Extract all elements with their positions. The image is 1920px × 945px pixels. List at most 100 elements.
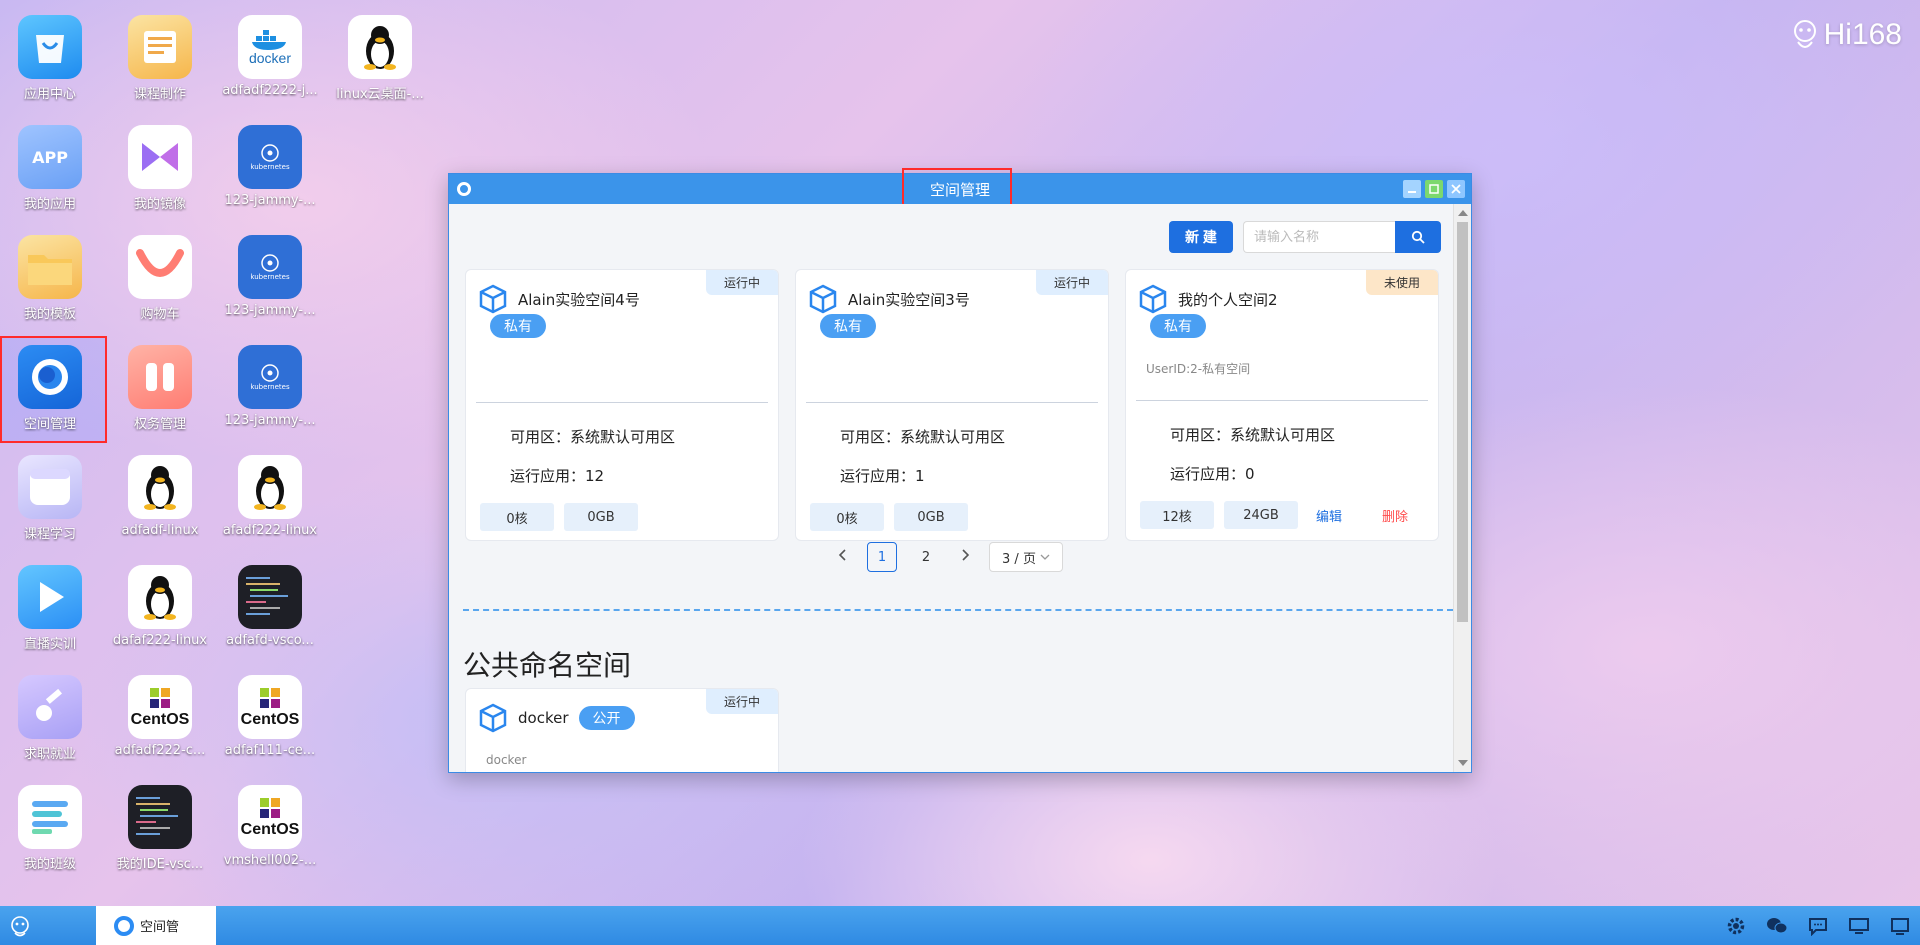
scroll-thumb[interactable] <box>1457 222 1468 622</box>
divider <box>1136 400 1428 401</box>
desktop-icon-live-training[interactable]: 直播实训 <box>2 565 98 652</box>
page-1-button[interactable]: 1 <box>867 542 897 572</box>
penguin-icon <box>128 565 192 629</box>
desktop-icon-label: 权务管理 <box>133 417 186 432</box>
public-space-card[interactable]: 运行中 docker 公开 docker <box>465 688 779 772</box>
brand-logo: Hi168 <box>1790 18 1902 52</box>
desktop-icon-my-apps[interactable]: APP 我的应用 <box>2 125 98 212</box>
desktop-icon-linux-desktop[interactable]: linux云桌面-... <box>332 15 428 102</box>
memory-pill: 0GB <box>894 503 968 531</box>
desktop-icon-course-making[interactable]: 课程制作 <box>112 15 208 102</box>
wechat-button[interactable] <box>1766 916 1788 936</box>
desktop-icon-vscode-vm[interactable]: adfafd-vsco... <box>222 565 318 648</box>
desktop-icon-label: 123-jammy-... <box>224 303 316 318</box>
list-icon <box>18 785 82 849</box>
desktop-icon-cart[interactable]: 购物车 <box>112 235 208 322</box>
close-button[interactable] <box>1447 180 1465 198</box>
next-page-button[interactable] <box>955 549 975 565</box>
desktop-icon-label: 我的镜像 <box>133 197 186 212</box>
pause-icon <box>128 345 192 409</box>
space-name: docker <box>518 709 569 727</box>
desktop-icon-label: 空间管理 <box>23 417 76 432</box>
edit-link[interactable]: 编辑 <box>1316 506 1342 525</box>
desktop-icon-app-center[interactable]: 应用中心 <box>2 15 98 102</box>
desktop-icon-label: linux云桌面-... <box>336 87 424 102</box>
penguin-icon <box>348 15 412 79</box>
desktop-icon-label: 课程制作 <box>133 87 186 102</box>
message-button[interactable] <box>1808 916 1828 936</box>
delete-link[interactable]: 删除 <box>1382 506 1408 525</box>
memory-pill: 24GB <box>1224 501 1298 529</box>
page-size-select[interactable]: 3 / 页 <box>989 542 1063 572</box>
toolbar: 新 建 <box>1169 221 1441 253</box>
desktop-icon-jobs[interactable]: 求职就业 <box>2 675 98 762</box>
vertical-scrollbar[interactable] <box>1453 204 1471 772</box>
window-titlebar[interactable]: 空间管理 <box>449 168 1471 208</box>
desktop-icon-task-management[interactable]: 权务管理 <box>112 345 208 432</box>
desktop-icon-my-images[interactable]: 我的镜像 <box>112 125 208 212</box>
desktop-icon-docker-vm[interactable]: docker adfadf2222-j... <box>222 15 318 98</box>
desktop-icon-my-class[interactable]: 我的班级 <box>2 785 98 872</box>
search-input[interactable] <box>1243 221 1395 253</box>
desktop-icon-k8s-vm[interactable]: kubernetes 123-jammy-... <box>222 345 318 428</box>
minimize-button[interactable] <box>1403 180 1421 198</box>
app-icon: APP <box>18 125 82 189</box>
cube-icon <box>479 703 507 733</box>
desktop-icon-linux-vm[interactable]: adfadf-linux <box>112 455 208 538</box>
desktop-icon-centos-vm[interactable]: CentOS vmshell002-... <box>222 785 318 868</box>
desktop-icon-centos-vm[interactable]: CentOS adfaf111-ce... <box>222 675 318 758</box>
memory-pill: 0GB <box>564 503 638 531</box>
search-button[interactable] <box>1395 221 1441 253</box>
visibility-tag: 公开 <box>578 706 635 730</box>
desktop-icon-linux-vm[interactable]: afadf222-linux <box>222 455 318 538</box>
app-ring-icon <box>457 182 471 196</box>
public-namespace-heading: 公共命名空间 <box>463 649 632 682</box>
space-ring-icon <box>18 345 82 409</box>
desktop-icon-centos-vm[interactable]: CentOS adfadf222-c... <box>112 675 208 758</box>
scroll-up-arrow[interactable] <box>1458 210 1468 216</box>
show-desktop-button[interactable] <box>1890 916 1910 936</box>
page-2-button[interactable]: 2 <box>911 542 941 572</box>
section-divider <box>463 609 1453 611</box>
cpu-pill: 0核 <box>810 503 884 531</box>
desktop-icon-label: adfadf222-c... <box>114 743 206 758</box>
desktop-icon-my-templates[interactable]: 我的模板 <box>2 235 98 322</box>
desktop-icon-k8s-vm[interactable]: kubernetes 123-jammy-... <box>222 125 318 208</box>
title-highlight-box <box>902 168 1012 208</box>
desktop-icon-label: 购物车 <box>140 307 180 322</box>
desktop-icon-space-management[interactable]: 空间管理 <box>2 345 98 432</box>
prev-page-button[interactable] <box>833 549 853 565</box>
space-card[interactable]: 未使用 我的个人空间2 私有 UserID:2-私有空间 可用区：系统默认可用区… <box>1125 269 1439 541</box>
maximize-button[interactable] <box>1425 180 1443 198</box>
desktop-icon-label: 课程学习 <box>23 527 76 542</box>
desktop-icon-linux-vm[interactable]: dafaf222-linux <box>112 565 208 648</box>
display-button[interactable] <box>1848 916 1870 936</box>
desktop-icon-ide[interactable]: 我的IDE-vsc... <box>112 785 208 872</box>
monitor-icon <box>1849 917 1869 934</box>
taskbar-app-space-management[interactable]: 空间管 <box>96 906 216 945</box>
visibility-tag: 私有 <box>1150 314 1206 338</box>
smile-icon <box>128 235 192 299</box>
settings-button[interactable] <box>1726 916 1746 936</box>
gear-icon <box>1727 917 1745 934</box>
status-badge: 运行中 <box>1035 270 1108 295</box>
availability-zone: 可用区：系统默认可用区 <box>1170 426 1336 444</box>
close-icon <box>1451 184 1461 194</box>
visibility-tag: 私有 <box>820 314 876 338</box>
taskbar: 空间管 <box>0 906 1920 945</box>
desktop-icon-k8s-vm[interactable]: kubernetes 123-jammy-... <box>222 235 318 318</box>
chevron-right-icon <box>962 549 970 561</box>
resource-pills: 0核 0GB <box>480 503 638 531</box>
card-header: Alain实验空间3号 <box>808 284 970 314</box>
space-card[interactable]: 运行中 Alain实验空间3号 私有 可用区：系统默认可用区 运行应用：1 0核… <box>795 269 1109 541</box>
cube-icon <box>809 284 837 314</box>
notebook-icon <box>128 15 192 79</box>
desktop-icon-course-study[interactable]: 课程学习 <box>2 455 98 542</box>
scroll-down-arrow[interactable] <box>1458 760 1468 766</box>
window-content: 新 建 运行中 Alain实验空间4号 私有 可用区：系统默认可用区 运行应用：… <box>449 204 1453 772</box>
start-button[interactable] <box>0 914 40 938</box>
space-card[interactable]: 运行中 Alain实验空间4号 私有 可用区：系统默认可用区 运行应用：12 0… <box>465 269 779 541</box>
new-space-button[interactable]: 新 建 <box>1169 221 1233 253</box>
docker-icon: docker <box>238 15 302 79</box>
search-box <box>1243 221 1441 253</box>
